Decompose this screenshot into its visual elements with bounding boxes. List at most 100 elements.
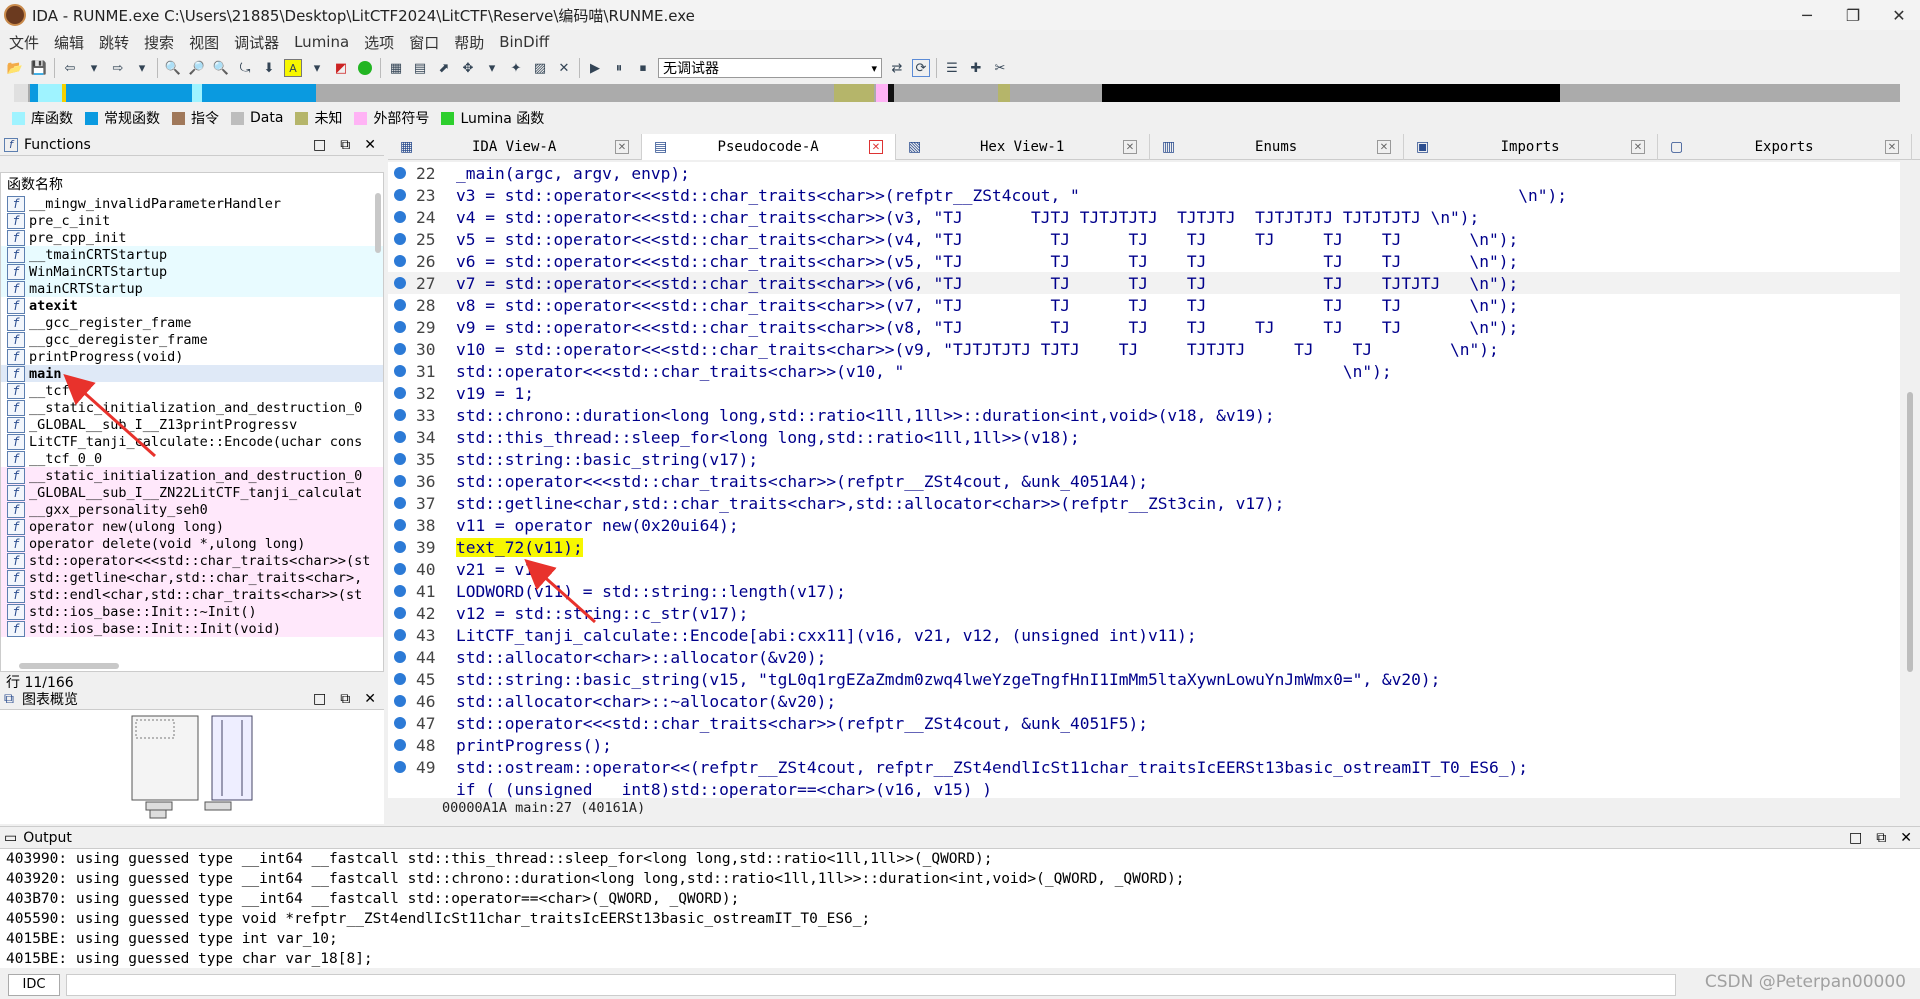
menu-item[interactable]: BinDiff — [499, 33, 549, 51]
function-list-item[interactable]: f __gxx_personality_seh0 — [1, 501, 383, 518]
text-color-icon[interactable]: A — [284, 59, 302, 77]
code-line[interactable]: 23 v3 = std::operator<<<std::char_traits<… — [388, 184, 1900, 206]
tab-close-icon[interactable]: ✕ — [869, 140, 883, 154]
tab-close-icon[interactable]: ✕ — [615, 140, 629, 154]
code-line[interactable]: 47 std::operator<<<std::char_traits<char>… — [388, 712, 1900, 734]
code-line[interactable]: 33 std::chrono::duration<long long,std::r… — [388, 404, 1900, 426]
breakpoint-dot-icon[interactable] — [394, 233, 406, 245]
breakpoint-dot-icon[interactable] — [394, 365, 406, 377]
menu-item[interactable]: 编辑 — [54, 32, 84, 53]
code-line[interactable]: 38 v11 = operator new(0x20ui64); — [388, 514, 1900, 536]
search-text-icon[interactable]: 🔎 — [188, 59, 206, 77]
tab-pseudocode-a[interactable]: ▤ Pseudocode-A ✕ — [642, 134, 896, 160]
code-line[interactable]: 44 std::allocator<char>::allocator(&v20); — [388, 646, 1900, 668]
menu-item[interactable]: 选项 — [364, 32, 394, 53]
menu-item[interactable]: 调试器 — [234, 32, 279, 53]
function-list-item[interactable]: f __tcf — [1, 382, 383, 399]
menu-item[interactable]: 文件 — [9, 32, 39, 53]
delete-breakpoint-icon[interactable]: ✂ — [991, 59, 1009, 77]
code-line[interactable]: 42 v12 = std::string::c_str(v17); — [388, 602, 1900, 624]
tab-close-icon[interactable]: ✕ — [1377, 140, 1391, 154]
code-line[interactable]: 26 v6 = std::operator<<<std::char_traits<… — [388, 250, 1900, 272]
functions-vscrollbar[interactable] — [375, 193, 381, 253]
code-line[interactable]: 31 std::operator<<<std::char_traits<char>… — [388, 360, 1900, 382]
search-binary-icon[interactable]: 🔍 — [164, 59, 182, 77]
graph-icon[interactable]: ◩ — [332, 59, 350, 77]
function-list-item[interactable]: f std::operator<<<std::char_traits<char>>… — [1, 552, 383, 569]
tab-ida-view-a[interactable]: ▦ IDA View-A ✕ — [388, 134, 642, 160]
code-line[interactable]: 27 v7 = std::operator<<<std::char_traits<… — [388, 272, 1900, 294]
tab-exports[interactable]: ▢ Exports ✕ — [1658, 134, 1912, 160]
code-line[interactable]: 24 v4 = std::operator<<<std::char_traits<… — [388, 206, 1900, 228]
function-list-item[interactable]: f std::getline<char,std::char_traits<char… — [1, 569, 383, 586]
function-list-item[interactable]: f operator new(ulong long) — [1, 518, 383, 535]
breakpoint-dot-icon[interactable] — [394, 563, 406, 575]
menu-item[interactable]: 跳转 — [99, 32, 129, 53]
output-log[interactable]: 403990: using guessed type __int64 __fas… — [0, 849, 1920, 969]
stop-icon[interactable]: ⏹ — [634, 59, 652, 77]
functions-list[interactable]: 函数名称 f __mingw_invalidParameterHandler f pr… — [0, 172, 384, 672]
breakpoint-dot-icon[interactable] — [394, 475, 406, 487]
code-line[interactable]: 39 text_72(v11); — [388, 536, 1900, 558]
tab-imports[interactable]: ▣ Imports ✕ — [1404, 134, 1658, 160]
panel-minimize-icon[interactable]: □ — [313, 137, 326, 153]
function-list-item[interactable]: f __static_initialization_and_destruction… — [1, 399, 383, 416]
tab-close-icon[interactable]: ✕ — [1123, 140, 1137, 154]
breakpoint-dot-icon[interactable] — [394, 717, 406, 729]
breakpoint-dot-icon[interactable] — [394, 321, 406, 333]
debugger-select[interactable]: 无调试器 ▾ — [658, 58, 882, 78]
code-line[interactable]: 46 std::allocator<char>::~allocator(&v20)… — [388, 690, 1900, 712]
forward-arrow-icon[interactable]: ⇨ — [109, 59, 127, 77]
code-vscrollbar[interactable] — [1902, 162, 1918, 798]
plugin-icon[interactable]: ✦ — [507, 59, 525, 77]
code-line[interactable]: 49 std::ostream::operator<<(refptr__ZSt4c… — [388, 756, 1900, 778]
breakpoint-dot-icon[interactable] — [394, 453, 406, 465]
code-line[interactable]: 30 v10 = std::operator<<<std::char_traits… — [388, 338, 1900, 360]
tab-close-icon[interactable]: ✕ — [1631, 140, 1645, 154]
search-next-icon[interactable]: ⤿ — [236, 59, 254, 77]
breakpoint-dot-icon[interactable] — [394, 629, 406, 641]
function-list-item[interactable]: f operator delete(void *,ulong long) — [1, 535, 383, 552]
open-folder-icon[interactable]: 📂 — [6, 59, 24, 77]
code-line[interactable]: 28 v8 = std::operator<<<std::char_traits<… — [388, 294, 1900, 316]
functions-hscrollbar[interactable] — [19, 663, 119, 669]
breakpoint-dot-icon[interactable] — [394, 761, 406, 773]
patch-icon[interactable]: ✥ — [459, 59, 477, 77]
struct-icon[interactable]: ▦ — [387, 59, 405, 77]
code-line[interactable]: 48 printProgress(); — [388, 734, 1900, 756]
functions-column-header[interactable]: 函数名称 — [1, 173, 383, 195]
panel-float-icon[interactable]: ⧉ — [1876, 830, 1886, 846]
menu-item[interactable]: 帮助 — [454, 32, 484, 53]
function-list-item[interactable]: f __tcf_0_0 — [1, 450, 383, 467]
menu-item[interactable]: 视图 — [189, 32, 219, 53]
tab-hex-view-1[interactable]: ▧ Hex View-1 ✕ — [896, 134, 1150, 160]
patch-dropdown-icon[interactable]: ▾ — [483, 59, 501, 77]
hex-icon[interactable]: ▨ — [531, 59, 549, 77]
code-line[interactable]: 35 std::string::basic_string(v17); — [388, 448, 1900, 470]
navigation-band[interactable] — [14, 84, 1900, 102]
code-line[interactable]: 22 _main(argc, argv, envp); — [388, 162, 1900, 184]
color-dropdown-icon[interactable]: ▾ — [308, 59, 326, 77]
function-list-item[interactable]: f __static_initialization_and_destruction… — [1, 467, 383, 484]
minimize-button[interactable]: ─ — [1784, 0, 1830, 30]
save-icon[interactable]: 💾 — [30, 59, 48, 77]
function-list-item[interactable]: f __tmainCRTStartup — [1, 246, 383, 263]
menu-item[interactable]: 搜索 — [144, 32, 174, 53]
close-button[interactable]: ✕ — [1876, 0, 1920, 30]
breakpoint-dot-icon[interactable] — [394, 255, 406, 267]
function-list-item[interactable]: f std::ios_base::Init::~Init() — [1, 603, 383, 620]
panel-close-icon[interactable]: ✕ — [1900, 830, 1912, 846]
panel-float-icon[interactable]: ⧉ — [340, 137, 350, 153]
tab-enums[interactable]: ▥ Enums ✕ — [1150, 134, 1404, 160]
cancel-icon[interactable]: ✕ — [555, 59, 573, 77]
idc-button[interactable]: IDC — [8, 973, 60, 996]
code-line[interactable]: 25 v5 = std::operator<<<std::char_traits<… — [388, 228, 1900, 250]
code-line[interactable]: 36 std::operator<<<std::char_traits<char>… — [388, 470, 1900, 492]
breakpoint-dot-icon[interactable] — [394, 497, 406, 509]
panel-close-icon[interactable]: ✕ — [364, 137, 376, 153]
function-list-item[interactable]: f _GLOBAL__sub_I__ZN22LitCTF_tanji_calcul… — [1, 484, 383, 501]
code-scroll-thumb[interactable] — [1907, 392, 1913, 672]
add-breakpoint-icon[interactable]: ✚ — [967, 59, 985, 77]
run-icon[interactable]: ▶ — [586, 59, 604, 77]
function-list-item[interactable]: f main — [1, 365, 383, 382]
